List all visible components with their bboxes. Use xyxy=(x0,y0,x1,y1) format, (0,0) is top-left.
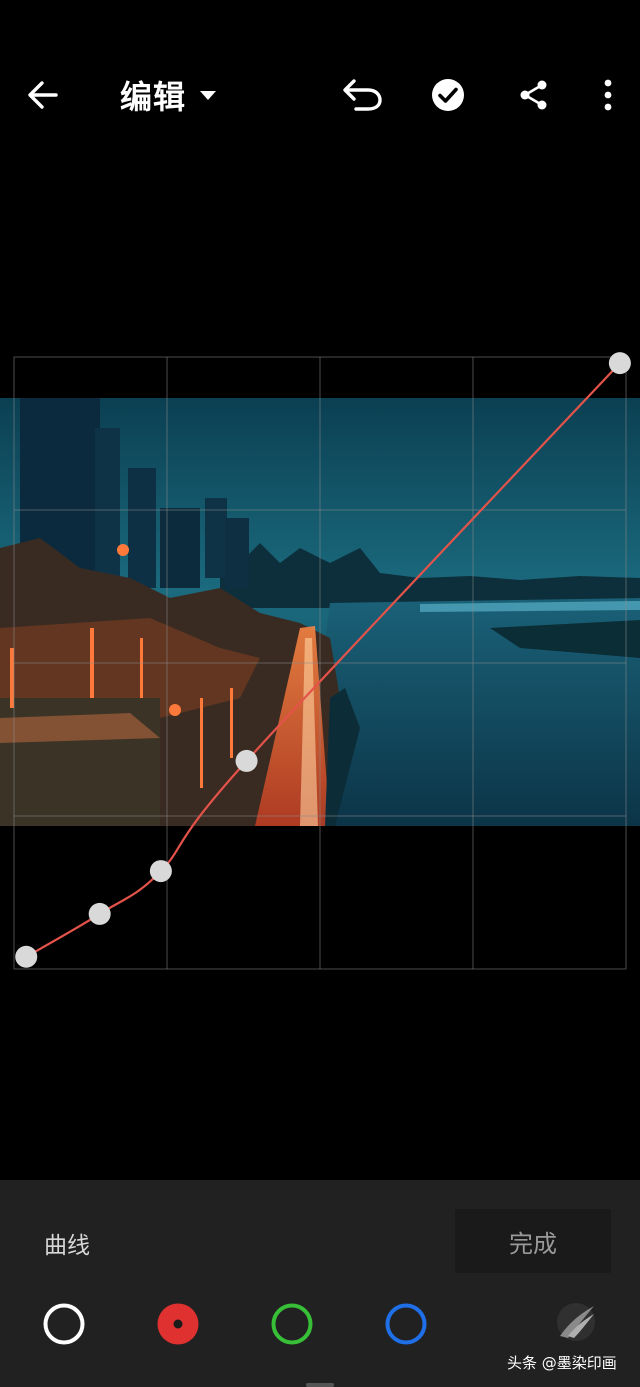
channel-rgb-button[interactable] xyxy=(42,1302,86,1346)
watermark-text: 头条 @墨染印画 xyxy=(507,1354,617,1372)
arrow-left-icon xyxy=(28,81,58,109)
back-button[interactable] xyxy=(22,74,64,116)
caret-down-icon xyxy=(200,90,217,100)
curve-grid xyxy=(13,356,627,970)
channel-blue-button[interactable] xyxy=(384,1302,428,1346)
done-button[interactable]: 完成 xyxy=(455,1209,611,1273)
curve-control-point[interactable] xyxy=(88,902,111,925)
top-app-bar: 编辑 xyxy=(0,0,640,190)
nav-gesture-bar xyxy=(306,1383,334,1387)
curve-control-point[interactable] xyxy=(149,860,172,883)
apply-button[interactable] xyxy=(426,73,470,117)
undo-button[interactable] xyxy=(338,72,386,118)
curve-editor-screen: 编辑 曲线 完成 头条 @墨染印画 xyxy=(0,0,640,1387)
share-button[interactable] xyxy=(513,74,555,116)
more-vertical-icon xyxy=(604,79,612,111)
edit-mode-dropdown[interactable]: 编辑 xyxy=(120,70,217,120)
curve-control-point[interactable] xyxy=(235,749,258,772)
tool-name-label: 曲线 xyxy=(44,1233,90,1259)
undo-icon xyxy=(343,79,382,111)
brand-logo-icon xyxy=(557,1303,595,1341)
curve-control-points[interactable] xyxy=(15,352,631,968)
tone-curve-graph[interactable] xyxy=(0,340,640,980)
curve-control-point[interactable] xyxy=(608,352,631,375)
more-options-button[interactable] xyxy=(590,74,626,116)
channel-red-button[interactable] xyxy=(156,1302,200,1346)
curve-control-point[interactable] xyxy=(15,945,38,968)
page-title: 编辑 xyxy=(120,78,187,116)
tone-curve-editor[interactable] xyxy=(0,340,640,980)
check-circle-icon xyxy=(432,79,464,111)
channel-green-button[interactable] xyxy=(270,1302,314,1346)
tone-curve-line xyxy=(25,362,621,958)
share-icon xyxy=(520,80,547,110)
